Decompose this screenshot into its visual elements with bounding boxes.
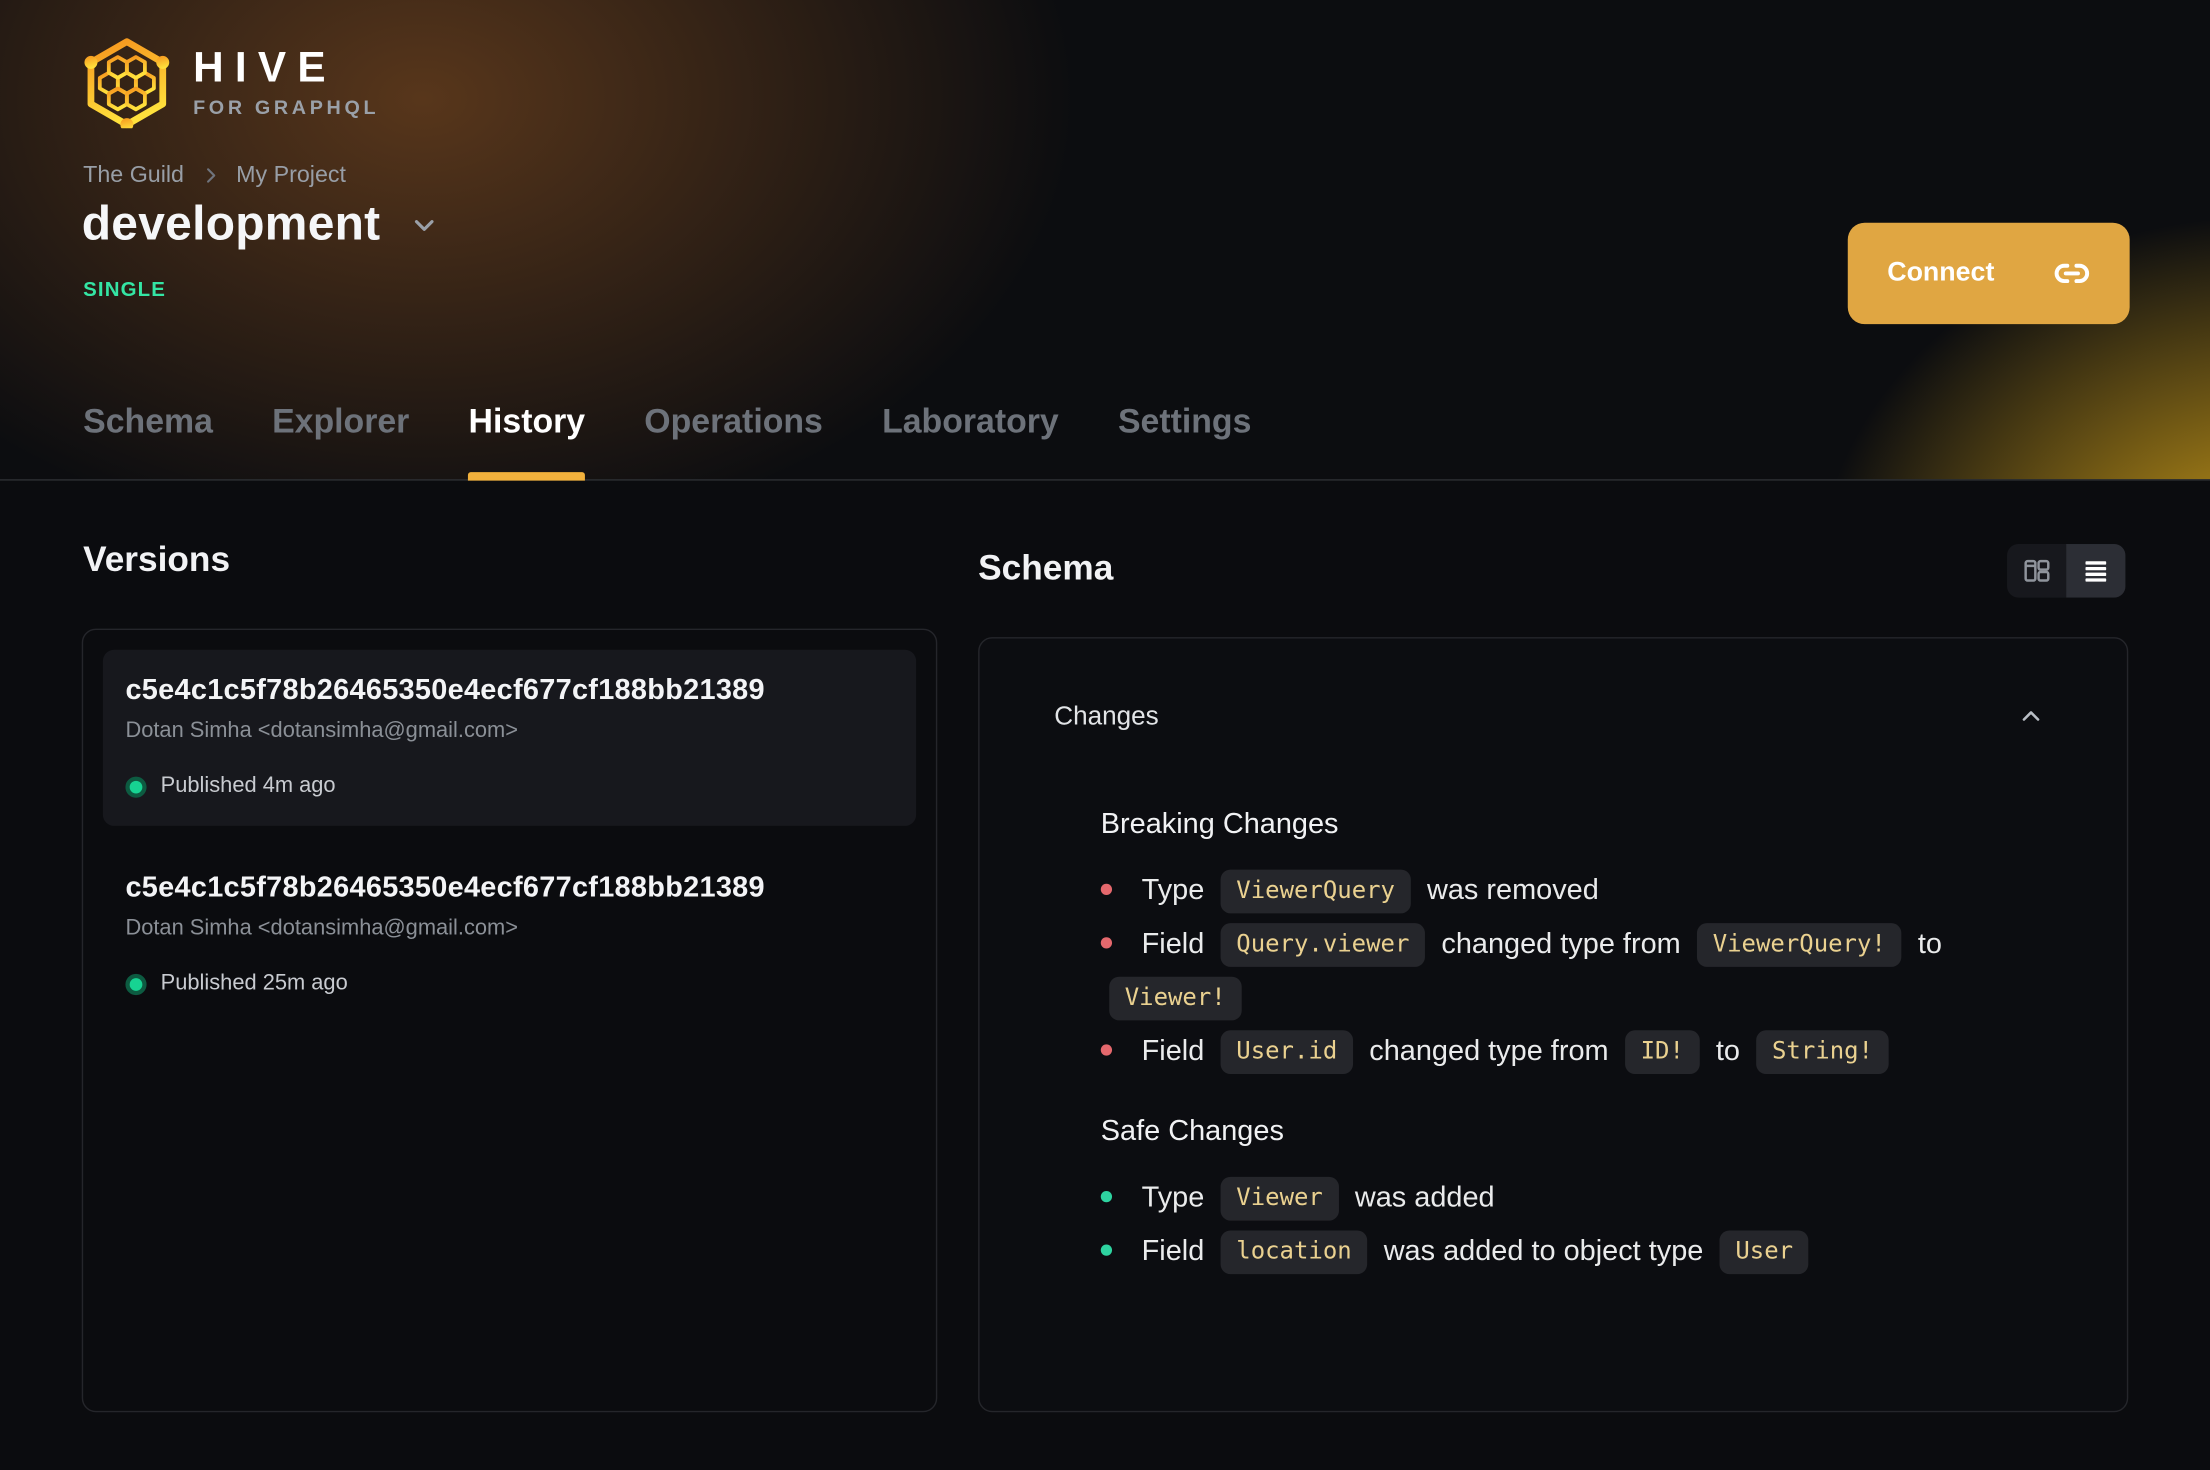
changes-sections: Breaking Changes Type ViewerQuery was re… [980, 808, 2127, 1279]
changes-list: Type ViewerQuery was removed Field Query… [1101, 864, 2071, 1078]
code-chip: Viewer! [1109, 976, 1242, 1021]
code-chip: ID! [1625, 1030, 1700, 1074]
split-view-icon [2021, 555, 2052, 586]
code-chip: User [1719, 1230, 1809, 1275]
changes-section-title: Safe Changes [1100, 1114, 1284, 1148]
change-item: Type Viewer was added [1101, 1171, 2071, 1225]
tab-history[interactable]: History [468, 381, 585, 481]
change-text: to [1715, 1034, 1740, 1067]
hive-history-page: HIVE FOR GRAPHQL The Guild My Project de… [0, 0, 2210, 1470]
breadcrumb: The Guild My Project [83, 162, 346, 189]
version-author: Dotan Simha <dotansimha@gmail.com> [125, 718, 518, 743]
tab-schema[interactable]: Schema [83, 381, 213, 480]
connect-label: Connect [1887, 257, 1995, 288]
code-chip: location [1220, 1230, 1368, 1275]
brand-tagline: FOR GRAPHQL [193, 95, 380, 119]
code-chip: ViewerQuery [1220, 869, 1411, 914]
changes-section-breaking: Breaking Changes Type ViewerQuery was re… [1101, 808, 2071, 1079]
version-hash: c5e4c1c5f78b26465350e4ecf677cf188bb21389 [125, 673, 765, 707]
code-chip: User.id [1220, 1030, 1353, 1074]
view-toggle [2007, 544, 2126, 598]
tab-settings[interactable]: Settings [1118, 381, 1251, 480]
change-item: Field User.id changed type from ID! to S… [1101, 1025, 2071, 1079]
connect-button[interactable]: Connect [1847, 222, 2130, 325]
unified-view-icon [2080, 555, 2111, 586]
change-text: Field [1141, 1034, 1205, 1067]
tab-bar: Schema Explorer History Operations Laborator… [83, 381, 1251, 481]
code-chip: Query.viewer [1220, 923, 1425, 967]
tab-explorer[interactable]: Explorer [272, 381, 409, 480]
project-header: HIVE FOR GRAPHQL The Guild My Project de… [0, 0, 2210, 481]
status-dot-icon [125, 973, 147, 995]
version-status-row: Published 4m ago [125, 774, 893, 799]
changes-header-label: Changes [1054, 700, 1159, 731]
changes-header[interactable]: Changes [980, 638, 2127, 731]
change-item: Field location was added to object type … [1101, 1225, 2071, 1279]
change-text: Type [1141, 873, 1205, 907]
chevron-right-icon [200, 165, 221, 186]
tab-laboratory[interactable]: Laboratory [882, 381, 1059, 480]
version-status: Published 25m ago [160, 971, 348, 996]
changes-section-title: Breaking Changes [1100, 807, 1339, 841]
change-text: was removed [1426, 873, 1599, 907]
chevron-up-icon [2017, 702, 2045, 730]
version-author: Dotan Simha <dotansimha@gmail.com> [125, 916, 518, 941]
target-name: development [81, 197, 381, 251]
version-status: Published 4m ago [160, 773, 336, 798]
change-text: changed type from [1441, 927, 1681, 960]
code-chip: ViewerQuery! [1697, 923, 1902, 967]
change-text: changed type from [1369, 1034, 1609, 1067]
version-item[interactable]: c5e4c1c5f78b26465350e4ecf677cf188bb21389… [103, 847, 916, 1023]
status-dot-icon [125, 775, 147, 798]
versions-panel: c5e4c1c5f78b26465350e4ecf677cf188bb21389… [81, 628, 938, 1413]
change-text: to [1917, 927, 1942, 960]
change-text: was added to object type [1383, 1234, 1704, 1268]
brand[interactable]: HIVE FOR GRAPHQL [80, 38, 380, 129]
target-mode-badge: SINGLE [83, 279, 167, 302]
breadcrumb-project[interactable]: My Project [236, 162, 346, 189]
tab-operations[interactable]: Operations [644, 381, 823, 480]
link-icon [2054, 255, 2091, 292]
version-item[interactable]: c5e4c1c5f78b26465350e4ecf677cf188bb21389… [102, 649, 917, 826]
hive-logo [84, 38, 170, 129]
code-chip: String! [1756, 1030, 1889, 1074]
change-item: Field Query.viewer changed type from Vie… [1101, 918, 2071, 1025]
brand-name: HIVE [193, 45, 337, 92]
changes-section-safe: Safe Changes Type Viewer was added Field… [1101, 1115, 2071, 1278]
change-item: Type ViewerQuery was removed [1101, 864, 2071, 918]
change-text: Type [1141, 1181, 1205, 1214]
target-selector[interactable]: development [82, 197, 440, 252]
versions-title: Versions [83, 539, 231, 580]
split-view-button[interactable] [2007, 544, 2066, 598]
change-text: Field [1141, 1234, 1205, 1268]
version-status-row: Published 25m ago [125, 971, 893, 996]
changes-list: Type Viewer was added Field location was… [1101, 1171, 2071, 1278]
breadcrumb-organization[interactable]: The Guild [83, 162, 184, 189]
chevron-down-icon [409, 209, 440, 240]
change-text: was added [1354, 1181, 1495, 1214]
brand-text: HIVE FOR GRAPHQL [193, 45, 380, 119]
change-text: Field [1141, 927, 1205, 960]
schema-changes-card: Changes Breaking Changes Type ViewerQuer… [978, 637, 2129, 1413]
code-chip: Viewer [1220, 1176, 1339, 1221]
version-hash: c5e4c1c5f78b26465350e4ecf677cf188bb21389 [125, 871, 765, 904]
schema-title: Schema [978, 548, 1114, 588]
unified-view-button[interactable] [2066, 544, 2126, 598]
